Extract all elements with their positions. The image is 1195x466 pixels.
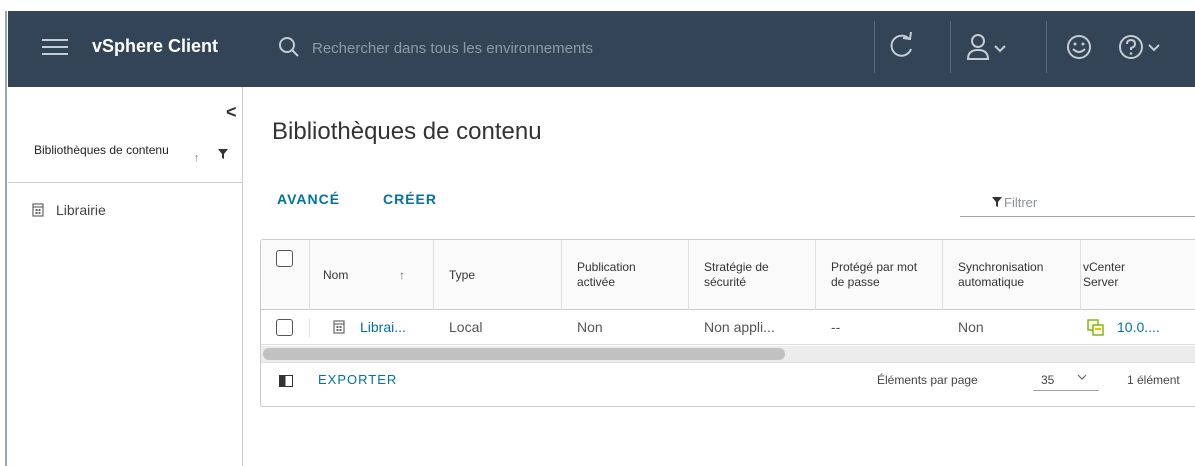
chevron-down-icon	[1077, 374, 1087, 380]
row-publication: Non	[577, 319, 603, 335]
header-bar: vSphere Client	[8, 11, 1195, 87]
main-content: Bibliothèques de contenu AVANCÉ CRÉER No…	[244, 87, 1195, 466]
column-header-label: Nom	[323, 267, 349, 282]
select-all-checkbox[interactable]	[276, 250, 293, 267]
column-toggle-icon[interactable]	[279, 375, 293, 387]
table-header: Nom ↑ Type Publication activée Stratégie…	[261, 240, 1195, 310]
page-title: Bibliothèques de contenu	[272, 118, 542, 145]
column-divider	[688, 240, 689, 310]
column-divider	[309, 240, 310, 310]
scrollbar-thumb[interactable]	[263, 348, 785, 360]
library-icon	[333, 320, 345, 334]
row-type: Local	[449, 319, 483, 335]
content-library-table: Nom ↑ Type Publication activée Stratégie…	[260, 239, 1195, 407]
row-name-link[interactable]: Librai...	[360, 319, 406, 335]
sidebar-column-header: Bibliothèques de contenu ↑	[8, 129, 242, 183]
sidebar-header-label: Bibliothèques de contenu	[34, 143, 169, 157]
item-count: 1 élément	[1127, 373, 1180, 387]
sort-ascending-icon[interactable]: ↑	[194, 152, 200, 164]
filter-icon[interactable]	[218, 149, 228, 159]
horizontal-scrollbar[interactable]	[261, 346, 1195, 362]
filter-input[interactable]	[1004, 191, 1184, 213]
filter-field[interactable]	[960, 191, 1195, 217]
header-divider	[950, 21, 951, 73]
per-page-select[interactable]: 35	[1033, 369, 1099, 391]
collapse-sidebar-button[interactable]: <	[226, 102, 237, 123]
column-divider	[942, 240, 943, 310]
app-title: vSphere Client	[92, 36, 219, 56]
column-divider	[1080, 240, 1081, 310]
column-header-sync[interactable]: Synchronisation automatique	[958, 240, 1076, 310]
create-button[interactable]: CRÉER	[383, 191, 437, 207]
search-icon	[279, 37, 299, 57]
column-divider	[815, 240, 816, 310]
vsphere-window: vSphere Client Rechercher dans tous les …	[0, 0, 1195, 466]
row-checkbox[interactable]	[276, 319, 293, 336]
global-search[interactable]	[278, 32, 838, 64]
chevron-down-icon	[994, 45, 1006, 53]
column-header-publication[interactable]: Publication activée	[577, 240, 677, 310]
column-divider	[433, 240, 434, 310]
chevron-down-icon	[1148, 44, 1160, 52]
column-header-password[interactable]: Protégé par mot de passe	[831, 240, 931, 310]
library-icon	[32, 203, 44, 217]
advanced-button[interactable]: AVANCÉ	[277, 191, 340, 207]
table-footer: EXPORTER Éléments par page 35 1 élément	[261, 362, 1195, 406]
sidebar: < Bibliothèques de contenu ↑ Librairie	[8, 87, 243, 466]
user-menu[interactable]	[966, 33, 1006, 66]
column-header-vcenter[interactable]: vCenter Server	[1083, 240, 1153, 310]
row-sync: Non	[958, 319, 984, 335]
sidebar-item-librairie[interactable]: Librairie	[32, 199, 106, 221]
filter-icon	[992, 197, 1002, 207]
column-header-name[interactable]: Nom	[323, 240, 348, 310]
header-divider	[874, 21, 875, 73]
per-page-value: 35	[1041, 373, 1055, 387]
smiley-icon[interactable]	[1066, 34, 1092, 65]
help-menu[interactable]	[1118, 34, 1160, 65]
row-security: Non appli...	[704, 319, 775, 335]
refresh-icon[interactable]	[889, 31, 915, 66]
column-header-type[interactable]: Type	[449, 240, 475, 310]
help-icon	[1119, 35, 1143, 59]
sidebar-item-label: Librairie	[56, 202, 106, 218]
vcenter-icon	[1087, 319, 1104, 336]
top-margin	[0, 0, 1195, 11]
sort-ascending-icon[interactable]: ↑	[399, 240, 405, 310]
export-button[interactable]: EXPORTER	[318, 372, 397, 387]
column-divider	[561, 240, 562, 310]
row-password: --	[831, 319, 841, 335]
column-header-security[interactable]: Stratégie de sécurité	[704, 240, 804, 310]
window-edge	[5, 11, 7, 466]
column-divider	[309, 319, 310, 337]
table-row[interactable]: Librai... Local Non Non appli... -- Non …	[261, 311, 1195, 345]
row-vcenter-link[interactable]: 10.0....	[1117, 319, 1160, 335]
menu-icon[interactable]	[42, 37, 68, 57]
search-input[interactable]	[312, 36, 812, 60]
user-icon	[966, 34, 990, 60]
per-page-label: Éléments par page	[877, 373, 978, 387]
header-divider	[1046, 21, 1047, 73]
